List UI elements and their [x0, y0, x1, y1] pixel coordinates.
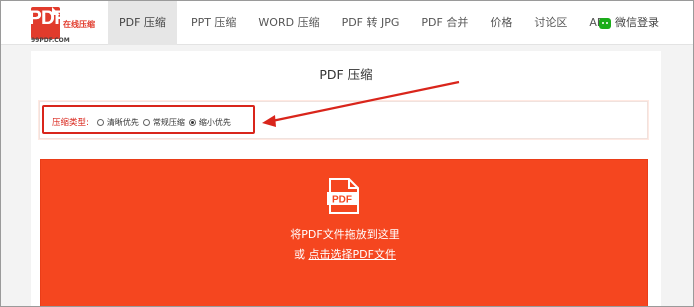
dropzone-alt-line: 或 点击选择PDF文件 [41, 246, 649, 262]
nav-item-forum[interactable]: 讨论区 [523, 1, 578, 45]
radio-clarity-first-label: 清晰优先 [106, 117, 139, 127]
nav-item-pdf-merge[interactable]: PDF 合并 [410, 1, 479, 45]
nav-item-pdf-to-jpg[interactable]: PDF 转 JPG [331, 1, 411, 45]
radio-clarity-first[interactable]: 清晰优先 [96, 117, 139, 128]
radio-size-first[interactable]: 缩小优先 [188, 117, 231, 128]
logo-mark: PDF [29, 8, 66, 29]
select-file-link[interactable]: 点击选择PDF文件 [309, 248, 396, 261]
wechat-login-button[interactable]: 微信登录 [599, 1, 659, 45]
nav-menu: PDF 压缩 PPT 压缩 WORD 压缩 PDF 转 JPG PDF 合并 价… [108, 1, 618, 45]
wechat-icon [599, 17, 611, 29]
page-title: PDF 压缩 [319, 67, 373, 82]
pdf-icon-label: PDF [332, 195, 352, 206]
radio-normal-dot[interactable] [142, 118, 150, 126]
nav-item-pricing[interactable]: 价格 [479, 1, 523, 45]
radio-clarity-first-dot[interactable] [96, 118, 104, 126]
top-navbar: PDF 在线压缩 99PDF.COM PDF 压缩 PPT 压缩 WORD 压缩… [1, 1, 693, 45]
radio-size-first-dot[interactable] [188, 118, 196, 126]
logo-cn-name: 在线压缩 [63, 20, 95, 29]
pdf-file-icon: PDF [327, 178, 359, 214]
logo-domain: 99PDF.COM [31, 37, 70, 44]
site-logo[interactable]: PDF 在线压缩 99PDF.COM [29, 4, 105, 44]
nav-item-ppt-compress[interactable]: PPT 压缩 [177, 1, 247, 45]
dropzone-instruction: 将PDF文件拖放到这里 [290, 228, 400, 241]
main-panel: PDF 压缩 压缩类型: 清晰优先 常规压缩 缩小优先 PDF 将PDF文件拖放… [31, 51, 661, 307]
radio-size-first-label: 缩小优先 [198, 117, 231, 127]
nav-item-pdf-compress[interactable]: PDF 压缩 [108, 1, 177, 45]
compression-type-label: 压缩类型: [52, 118, 89, 128]
compression-type-row: 压缩类型: 清晰优先 常规压缩 缩小优先 [52, 115, 235, 129]
nav-item-word-compress[interactable]: WORD 压缩 [247, 1, 330, 45]
dropzone-or-text: 或 [294, 248, 306, 261]
radio-normal-label: 常规压缩 [152, 117, 185, 127]
wechat-login-label: 微信登录 [615, 16, 659, 29]
radio-normal[interactable]: 常规压缩 [142, 117, 185, 128]
upload-dropzone[interactable]: PDF 将PDF文件拖放到这里 或 点击选择PDF文件 [40, 159, 648, 307]
